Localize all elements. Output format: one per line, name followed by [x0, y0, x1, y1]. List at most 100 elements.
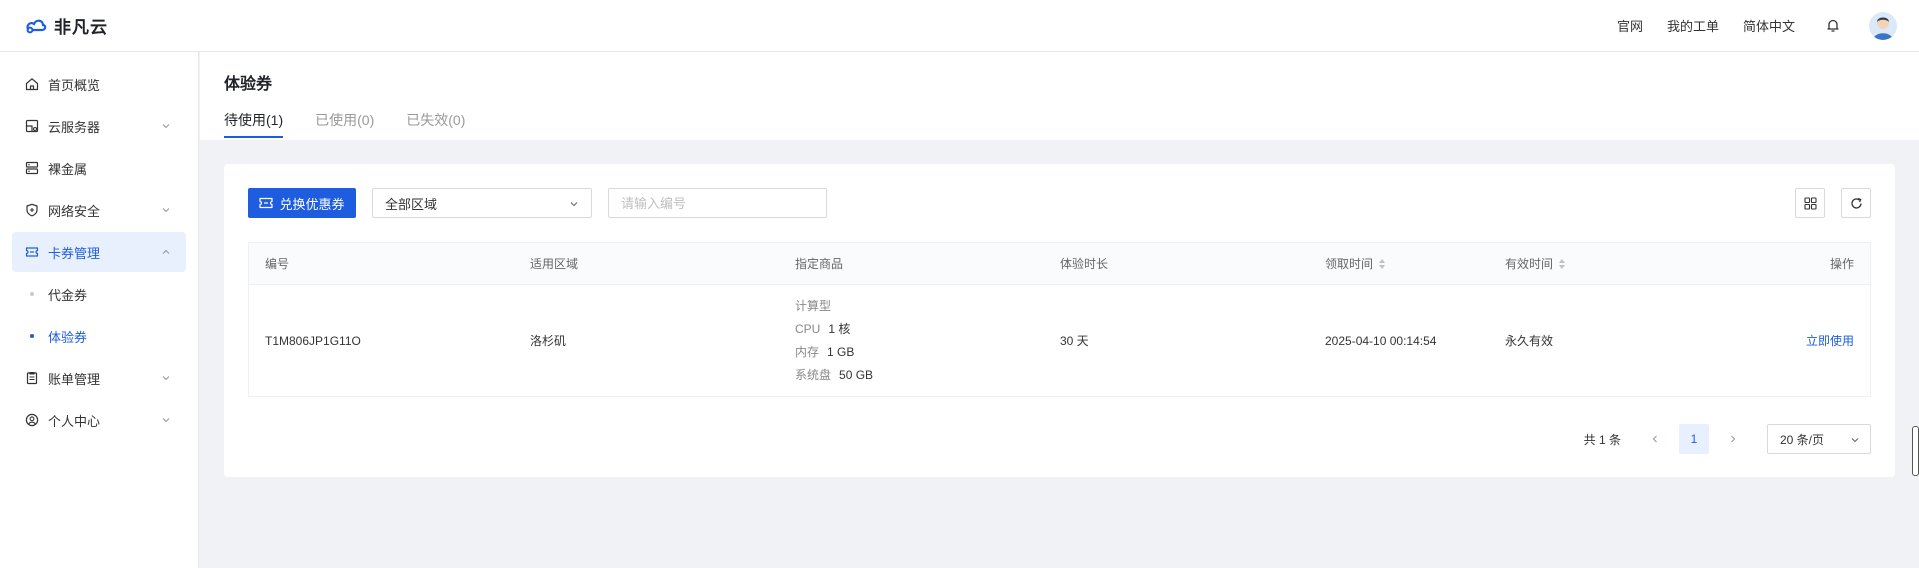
home-icon — [24, 76, 40, 92]
page-header: 体验券 待使用(1) 已使用(0) 已失效(0) — [200, 52, 1919, 140]
ticket-icon — [259, 197, 274, 209]
cell-id: T1M806JP1G11O — [265, 333, 361, 348]
chevron-down-icon — [162, 376, 170, 381]
region-select-value: 全部区域 — [385, 196, 438, 212]
memory-value: 1 GB — [827, 344, 855, 359]
page-scrollbar[interactable] — [1912, 426, 1919, 476]
bullet-dot — [30, 292, 34, 296]
user-icon — [24, 412, 40, 428]
ticket-icon — [24, 244, 40, 260]
sidebar-item-home[interactable]: 首页概览 — [12, 64, 186, 104]
region-select[interactable]: 全部区域 — [372, 188, 592, 218]
bell-icon[interactable] — [1823, 16, 1843, 36]
brand-logo[interactable]: 非凡云 — [24, 13, 108, 38]
cloud-logo-icon — [26, 19, 47, 33]
cell-validity: 永久有效 — [1505, 334, 1554, 348]
sidebar-subitem-voucher[interactable]: 代金券 — [12, 274, 186, 314]
sidebar-item-network-security[interactable]: 网络安全 — [12, 190, 186, 230]
chevron-down-icon — [162, 208, 170, 213]
sidebar-subitem-label: 体验券 — [48, 329, 88, 345]
sidebar: 首页概览 云服务器 裸金属 网络安全 卡券管理 代金券 体验券 账单管理 个人中… — [0, 52, 199, 568]
cpu-value: 1 核 — [828, 321, 851, 336]
col-header-validity-label: 有效时间 — [1505, 257, 1554, 271]
official-site-link[interactable]: 官网 — [1617, 16, 1643, 35]
user-avatar[interactable] — [1869, 11, 1897, 40]
sidebar-item-bare-metal[interactable]: 裸金属 — [12, 148, 186, 188]
sidebar-item-label: 账单管理 — [48, 371, 101, 387]
col-header-product: 指定商品 — [795, 257, 844, 271]
sort-icon[interactable] — [1379, 258, 1386, 269]
cell-product: 计算型 CPU 1 核 内存 1 GB 系统盘 50 GB — [779, 295, 1044, 387]
sort-icon[interactable] — [1559, 258, 1566, 269]
chevron-left-icon — [1652, 435, 1657, 443]
toolbar: 兑换优惠券 全部区域 — [248, 188, 827, 218]
sidebar-item-billing[interactable]: 账单管理 — [12, 358, 186, 398]
tab-expired[interactable]: 已失效(0) — [406, 110, 465, 138]
col-header-action: 操作 — [1829, 257, 1854, 271]
page-number-current[interactable]: 1 — [1679, 424, 1709, 454]
col-header-id: 编号 — [265, 257, 290, 271]
sidebar-item-label: 卡券管理 — [48, 245, 101, 261]
sidebar-item-label: 网络安全 — [48, 203, 101, 219]
prev-page-button[interactable] — [1641, 425, 1669, 453]
top-header: 非凡云 官网 我的工单 简体中文 — [0, 0, 1919, 52]
page-size-value: 20 条/页 — [1780, 432, 1825, 447]
col-header-received[interactable]: 领取时间 — [1309, 255, 1489, 272]
tab-pending[interactable]: 待使用(1) — [224, 110, 284, 138]
cell-region: 洛杉矶 — [530, 334, 567, 348]
bullet-dot — [30, 334, 34, 338]
next-page-button[interactable] — [1719, 425, 1747, 453]
brand-name: 非凡云 — [54, 18, 108, 37]
page-title: 体验券 — [224, 76, 273, 93]
pagination-total: 共 1 条 — [1583, 432, 1621, 447]
content-card: 兑换优惠券 全部区域 编号 适用区域 指定商品 体验时长 领取时间 有效时间 — [224, 164, 1895, 477]
tab-used[interactable]: 已使用(0) — [315, 110, 374, 138]
page-size-select[interactable]: 20 条/页 — [1767, 424, 1871, 454]
table-row: T1M806JP1G11O 洛杉矶 计算型 CPU 1 核 内存 1 GB 系统盘 5… — [249, 285, 1870, 396]
status-tabs: 待使用(1) 已使用(0) 已失效(0) — [224, 110, 497, 138]
cell-action: 立即使用 — [1699, 332, 1870, 349]
table-header: 编号 适用区域 指定商品 体验时长 领取时间 有效时间 操作 — [249, 243, 1870, 285]
cell-duration: 30 天 — [1060, 334, 1089, 348]
chevron-down-icon — [162, 418, 170, 423]
col-header-region: 适用区域 — [530, 257, 579, 271]
product-type: 计算型 — [795, 298, 832, 313]
chevron-down-icon — [162, 124, 170, 129]
cell-received: 2025-04-10 00:14:54 — [1325, 333, 1437, 348]
disk-value: 50 GB — [839, 367, 874, 382]
grid-icon — [1803, 196, 1817, 210]
sidebar-item-label: 裸金属 — [48, 161, 88, 177]
cpu-label: CPU — [795, 321, 821, 336]
server-icon — [24, 118, 40, 134]
chevron-right-icon — [1731, 435, 1736, 443]
language-switch[interactable]: 简体中文 — [1743, 16, 1795, 35]
sidebar-item-label: 个人中心 — [48, 413, 101, 429]
redeem-coupon-button[interactable]: 兑换优惠券 — [248, 188, 356, 218]
sidebar-item-personal-center[interactable]: 个人中心 — [12, 400, 186, 440]
refresh-button[interactable] — [1841, 188, 1871, 218]
memory-label: 内存 — [795, 344, 820, 359]
col-header-received-label: 领取时间 — [1325, 257, 1374, 271]
toolbar-right — [1779, 188, 1871, 218]
chevron-down-icon — [1851, 438, 1859, 443]
shield-icon — [24, 202, 40, 218]
use-now-link[interactable]: 立即使用 — [1806, 332, 1854, 349]
sidebar-item-label: 首页概览 — [48, 77, 101, 93]
redeem-coupon-label: 兑换优惠券 — [279, 196, 345, 212]
pagination: 共 1 条 1 20 条/页 — [1584, 424, 1871, 454]
sidebar-item-card-ticket[interactable]: 卡券管理 — [12, 232, 186, 272]
chevron-up-icon — [162, 249, 170, 254]
chevron-down-icon — [570, 202, 578, 207]
refresh-icon — [1850, 197, 1862, 209]
bare-metal-icon — [24, 160, 40, 176]
sidebar-item-label: 云服务器 — [48, 119, 101, 135]
sidebar-item-cloud-server[interactable]: 云服务器 — [12, 106, 186, 146]
coupon-table: 编号 适用区域 指定商品 体验时长 领取时间 有效时间 操作 T1M806JP1… — [248, 242, 1871, 397]
sidebar-subitem-label: 代金券 — [48, 287, 88, 303]
my-tickets-link[interactable]: 我的工单 — [1667, 16, 1719, 35]
col-header-duration: 体验时长 — [1060, 257, 1109, 271]
col-header-validity[interactable]: 有效时间 — [1489, 255, 1699, 272]
sidebar-subitem-trial-coupon[interactable]: 体验券 — [12, 316, 186, 356]
column-settings-button[interactable] — [1795, 188, 1825, 218]
search-input[interactable] — [608, 188, 827, 218]
